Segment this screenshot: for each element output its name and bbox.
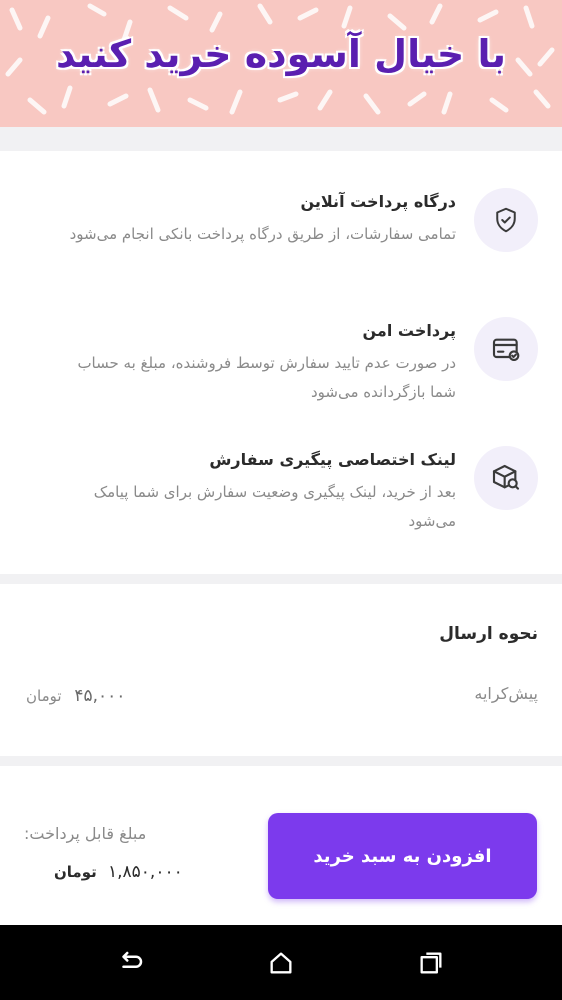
banner-title: با خیال آسوده خرید کنید (55, 32, 507, 76)
feature-title: پرداخت امن (362, 321, 456, 340)
shipping-title: نحوه ارسال (439, 624, 538, 644)
section-divider (0, 756, 562, 766)
feature-description: در صورت عدم تایید سفارش توسط فروشنده، مب… (77, 354, 456, 401)
card-check-icon (474, 317, 538, 381)
feature-description: بعد از خرید، لینک پیگیری وضعیت سفارش برا… (93, 483, 456, 530)
payable-currency: تومان (54, 863, 97, 881)
feature-title: درگاه پرداخت آنلاین (300, 192, 457, 211)
payable-amount-label: مبلغ قابل پرداخت: (24, 824, 147, 843)
shipping-method: پیش‌کرایه (474, 684, 538, 703)
section-divider (0, 574, 562, 584)
feature-description: تمامی سفارشات، از طریق درگاه پرداخت بانک… (69, 225, 456, 243)
section-divider (0, 127, 562, 151)
feature-title: لینک اختصاصی پیگیری سفارش (209, 450, 456, 469)
shipping-price: ۴۵,۰۰۰ تومان (26, 686, 125, 706)
shipping-currency: تومان (26, 687, 62, 705)
feature-secure-payment: پرداخت امن در صورت عدم تایید سفارش توسط … (0, 317, 562, 427)
system-navigation-bar (0, 925, 562, 1000)
home-icon[interactable] (265, 947, 297, 979)
shipping-price-value: ۴۵,۰۰۰ (74, 686, 126, 706)
trust-features-section: درگاه پرداخت آنلاین تمامی سفارشات، از طر… (0, 151, 562, 574)
feature-tracking-link: لینک اختصاصی پیگیری سفارش بعد از خرید، ل… (0, 446, 562, 556)
payable-amount: ۱,۸۵۰,۰۰۰ تومان (54, 862, 183, 882)
promo-banner: با خیال آسوده خرید کنید (0, 0, 562, 127)
shield-check-icon (474, 188, 538, 252)
add-to-cart-button[interactable]: افزودن به سبد خرید (268, 813, 537, 899)
feature-online-gateway: درگاه پرداخت آنلاین تمامی سفارشات، از طر… (0, 188, 562, 298)
box-search-icon (474, 446, 538, 510)
shipping-section (0, 584, 562, 756)
payable-amount-value: ۱,۸۵۰,۰۰۰ (108, 862, 183, 882)
recents-icon[interactable] (415, 947, 447, 979)
back-icon[interactable] (115, 947, 147, 979)
